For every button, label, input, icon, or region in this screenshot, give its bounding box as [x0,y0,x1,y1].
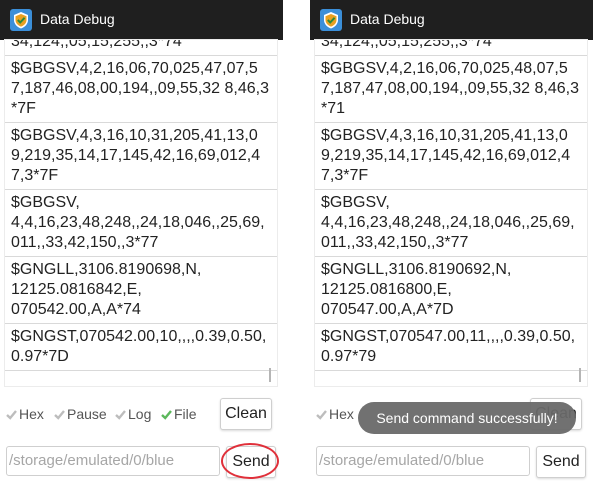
debug-screen-right: Data Debug 34,124,,05,15,255,,3*74 $GBGS… [310,0,593,483]
checkmark-icon [161,409,172,420]
hex-checkbox[interactable]: Hex [316,406,354,422]
checkmark-icon [54,409,65,420]
app-title: Data Debug [350,11,425,27]
shield-check-icon [320,9,342,31]
checkmark-icon [115,409,126,420]
log-entry-text: $GNGST,070547.00,11,,,,0.39,0.50,0.97*79 [321,328,576,365]
log-entry-text: 34,124,,05,15,255,,3*74 [11,40,182,50]
scrollbar-thumb[interactable] [269,368,271,382]
log-entry: $GBGSV,4,2,16,06,70,025,48,07,57,187,47,… [315,56,587,123]
hex-label: Hex [329,406,354,422]
log-entry-text: $GBGSV,4,2,16,06,70,025,48,07,57,187,47,… [321,60,580,117]
title-bar: Data Debug [0,0,283,40]
log-entry-text: $GNGLL,3106.8190692,N, 12125.0816800,E, … [321,261,512,318]
log-entry: $GNGST,070542.00,10,,,,0.39,0.50,0.97*7D [5,324,277,371]
scrollbar-thumb[interactable] [579,368,581,382]
log-entry: $GNGST,070547.00,11,,,,0.39,0.50,0.97*79 [315,324,587,371]
options-row: Hex Pause Log File Clean [6,396,280,430]
title-bar: Data Debug [310,0,593,40]
pause-label: Pause [67,406,107,422]
log-entry-text: $GBGSV,4,3,16,10,31,205,41,13,09,219,35,… [11,127,261,184]
log-entry-text: $GBGSV, 4,4,16,23,48,248,,24,18,046,,25,… [321,194,575,251]
log-output[interactable]: 34,124,,05,15,255,,3*74 $GBGSV,4,2,16,06… [315,40,587,386]
checkmark-icon [6,409,17,420]
log-entry: $GBGSV,4,3,16,10,31,205,41,13,09,219,35,… [5,123,277,190]
log-entry-text: $GBGSV,4,3,16,10,31,205,41,13,09,219,35,… [321,127,571,184]
send-button[interactable]: Send [226,446,276,478]
log-checkbox[interactable]: Log [115,406,151,422]
log-entry: 34,124,,05,15,255,,3*74 [315,40,587,56]
log-entry-text: $GBGSV, 4,4,16,23,48,248,,24,18,046,,25,… [11,194,265,251]
hex-checkbox[interactable]: Hex [6,406,44,422]
log-entry-text: $GNGST,070542.00,10,,,,0.39,0.50,0.97*7D [11,328,267,365]
command-input[interactable]: /storage/emulated/0/blue [316,446,530,476]
log-entry: $GBGSV, 4,4,16,23,48,248,,24,18,046,,25,… [5,190,277,257]
log-entry: $GBGSV,4,3,16,10,31,205,41,13,09,219,35,… [315,123,587,190]
log-entry: $GBGSV, 4,4,16,23,48,248,,24,18,046,,25,… [315,190,587,257]
hex-label: Hex [19,406,44,422]
file-label: File [174,406,197,422]
clean-button[interactable]: Clean [220,398,272,430]
checkmark-icon [316,409,327,420]
file-checkbox[interactable]: File [161,406,197,422]
log-entry-text: $GNGLL,3106.8190698,N, 12125.0816842,E, … [11,261,202,318]
log-entry-text: $GBGSV,4,2,16,06,70,025,47,07,57,187,46,… [11,60,270,117]
send-button[interactable]: Send [536,446,586,478]
debug-screen-left: Data Debug 34,124,,05,15,255,,3*74 $GBGS… [0,0,283,483]
toast-message: Send command successfully! [358,402,576,434]
log-entry: $GNGLL,3106.8190698,N, 12125.0816842,E, … [5,257,277,324]
log-entry-text: 34,124,,05,15,255,,3*74 [321,40,492,50]
pause-checkbox[interactable]: Pause [54,406,107,422]
log-label: Log [128,406,152,422]
command-input[interactable]: /storage/emulated/0/blue [6,446,220,476]
log-entry: 34,124,,05,15,255,,3*74 [5,40,277,56]
shield-check-icon [10,9,32,31]
log-output[interactable]: 34,124,,05,15,255,,3*74 $GBGSV,4,2,16,06… [5,40,277,386]
app-title: Data Debug [40,11,115,27]
log-entry: $GNGLL,3106.8190692,N, 12125.0816800,E, … [315,257,587,324]
log-entry: $GBGSV,4,2,16,06,70,025,47,07,57,187,46,… [5,56,277,123]
